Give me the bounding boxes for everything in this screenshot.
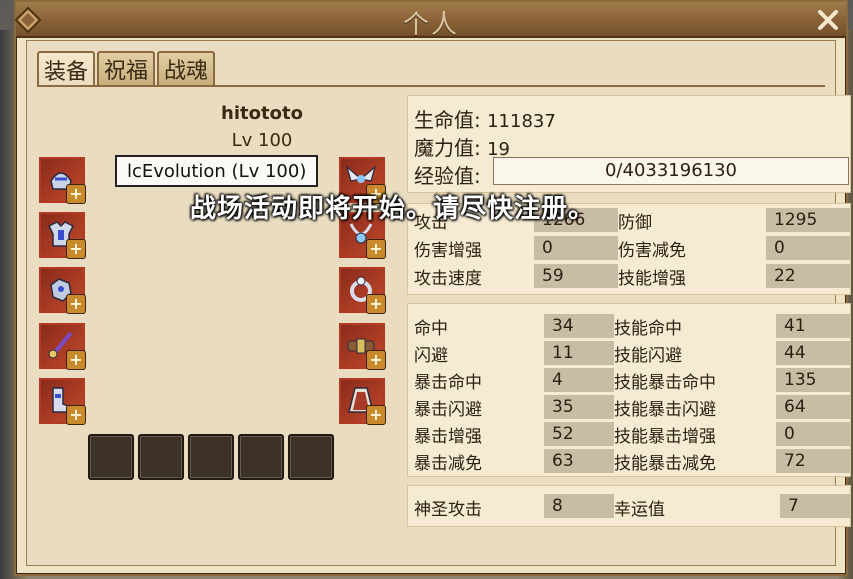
stat-value: 0 [534, 236, 618, 260]
stat-label: 技能暴击闪避 [614, 400, 716, 420]
character-level: Lv 100 [231, 130, 293, 151]
stat-label: 技能暴击命中 [614, 373, 716, 393]
equip-slot-ring[interactable]: + [339, 267, 386, 314]
stat-value: 8 [544, 494, 614, 518]
hp-value: 111837 [487, 111, 556, 132]
stat-label: 技能增强 [618, 269, 686, 289]
add-icon: + [366, 294, 386, 314]
stat-value: 72 [776, 449, 850, 473]
empty-slot[interactable] [188, 434, 234, 480]
system-notice: 战场活动即将开始。请尽快注册。 [190, 194, 596, 224]
stat-label: 技能闪避 [614, 346, 682, 366]
stat-value: 59 [534, 264, 618, 288]
stat-value: 1295 [766, 208, 850, 232]
empty-slot[interactable] [88, 434, 134, 480]
xp-row: 经验值: [414, 164, 481, 188]
title-bar[interactable]: 个人 [14, 2, 846, 40]
stat-label: 伤害减免 [618, 241, 686, 261]
equip-slot-weapon[interactable]: + [39, 323, 86, 370]
stat-label: 神圣攻击 [414, 500, 482, 520]
add-icon: + [366, 405, 386, 425]
stat-label: 伤害增强 [414, 241, 482, 261]
stat-label: 命中 [414, 319, 448, 339]
item-tooltip: lcEvolution (Lv 100) [115, 155, 319, 187]
equip-slot-boots[interactable]: + [39, 378, 86, 425]
stat-label: 技能命中 [614, 319, 682, 339]
equip-slot-armor[interactable]: + [39, 212, 86, 259]
stat-label: 闪避 [414, 346, 448, 366]
empty-slot[interactable] [288, 434, 334, 480]
xp-label: 经验值 [414, 164, 474, 188]
close-icon[interactable] [814, 6, 842, 34]
equip-slot-helmet[interactable]: + [39, 157, 86, 204]
equip-slot-cape[interactable]: + [339, 378, 386, 425]
stat-label: 技能暴击增强 [614, 427, 716, 447]
stat-label: 暴击减免 [414, 454, 482, 474]
stat-value: 4 [544, 368, 614, 392]
stat-label: 攻击速度 [414, 269, 482, 289]
mp-label: 魔力值 [414, 136, 474, 160]
stat-value: 44 [776, 341, 850, 365]
stat-label: 暴击闪避 [414, 400, 482, 420]
add-icon: + [66, 239, 86, 259]
stat-value: 0 [776, 422, 850, 446]
tab-battle-soul[interactable]: 战魂 [157, 51, 216, 85]
stat-label: 技能暴击减免 [614, 454, 716, 474]
add-icon: + [66, 184, 86, 204]
equip-slot-gloves[interactable]: + [39, 267, 86, 314]
stat-value: 11 [544, 341, 614, 365]
character-window: 个人 装备 祝福 战魂 hitototo Lv 100 + + + + + + … [14, 0, 851, 576]
empty-slot[interactable] [238, 434, 284, 480]
accuracy-stats-panel: 命中 34 闪避 11 暴击命中 4 暴击闪避 35 暴击增强 52 暴击减免 … [407, 303, 851, 477]
stat-label: 暴击增强 [414, 427, 482, 447]
stat-label: 幸运值 [614, 500, 665, 520]
hp-label: 生命值 [414, 108, 474, 132]
stat-value: 7 [780, 494, 850, 518]
stat-value: 52 [544, 422, 614, 446]
tab-divider [37, 85, 825, 87]
stat-value: 22 [766, 264, 850, 288]
add-icon: + [366, 239, 386, 259]
add-icon: + [66, 405, 86, 425]
empty-slot[interactable] [138, 434, 184, 480]
stat-value: 41 [776, 314, 850, 338]
tab-blessing[interactable]: 祝福 [97, 51, 156, 85]
equip-slot-belt[interactable]: + [339, 323, 386, 370]
stat-value: 64 [776, 395, 850, 419]
character-name: hitototo [221, 103, 303, 124]
special-stats-panel: 神圣攻击 8 幸运值 7 [407, 485, 851, 527]
add-icon: + [66, 350, 86, 370]
hp-row: 生命值: 111837 [414, 108, 556, 132]
stat-value: 135 [776, 368, 850, 392]
stat-label: 暴击命中 [414, 373, 482, 393]
add-icon: + [366, 350, 386, 370]
stat-value: 63 [544, 449, 614, 473]
window-content: 装备 祝福 战魂 hitototo Lv 100 + + + + + + + +… [26, 40, 851, 566]
xp-bar: 0/4033196130 [493, 157, 849, 185]
tab-bar: 装备 祝福 战魂 [37, 51, 216, 87]
stat-value: 34 [544, 314, 614, 338]
window-title: 个人 [402, 10, 459, 40]
stat-label: 防御 [618, 213, 652, 233]
tab-equipment[interactable]: 装备 [37, 51, 96, 87]
stat-value: 0 [766, 236, 850, 260]
add-icon: + [66, 294, 86, 314]
stat-value: 35 [544, 395, 614, 419]
